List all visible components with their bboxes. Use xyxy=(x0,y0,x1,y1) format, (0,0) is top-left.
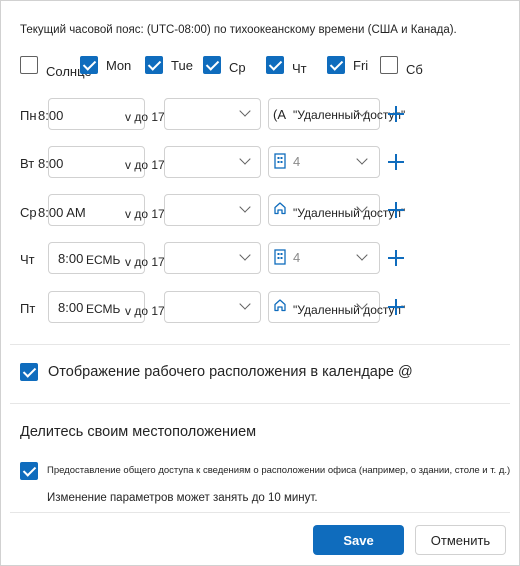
add-time-icon[interactable] xyxy=(388,250,404,266)
building-icon xyxy=(274,249,286,265)
day-checkbox-tue[interactable] xyxy=(145,56,163,74)
day-checkbox-mon[interactable] xyxy=(80,56,98,74)
start-time-value: 8:00 xyxy=(58,251,84,266)
divider xyxy=(10,403,510,404)
show-location-checkbox[interactable] xyxy=(20,363,38,381)
add-time-icon[interactable] xyxy=(388,202,404,218)
day-checkbox-sat[interactable] xyxy=(380,56,398,74)
start-time-suffix: ЕСМЬ xyxy=(86,253,121,267)
home-icon xyxy=(274,202,286,215)
day-name: Вт xyxy=(20,156,35,171)
day-name: Ср xyxy=(20,205,37,220)
add-time-icon[interactable] xyxy=(388,299,404,315)
start-time-value: 8:00 AM xyxy=(38,205,86,220)
day-name: Чт xyxy=(20,252,35,267)
day-label-thu: Чт xyxy=(292,61,307,76)
day-label-tue: Tue xyxy=(171,58,193,73)
day-label-fri: Fri xyxy=(353,58,369,73)
start-time-suffix: ЕСМЬ xyxy=(86,302,121,316)
day-checkbox-fri[interactable] xyxy=(327,56,345,74)
divider xyxy=(10,512,510,513)
day-checkbox-sun[interactable] xyxy=(20,56,38,74)
add-time-icon[interactable] xyxy=(388,106,404,122)
share-heading: Делитесь своим местоположением xyxy=(20,424,257,440)
dialog-frame xyxy=(0,0,520,566)
show-location-label: Отображение рабочего расположения в кале… xyxy=(48,364,413,380)
location-value: 4 xyxy=(293,154,301,169)
day-name: Пн xyxy=(20,108,37,123)
add-time-icon[interactable] xyxy=(388,154,404,170)
share-note: Изменение параметров может занять до 10 … xyxy=(47,492,318,504)
save-button[interactable]: Save xyxy=(313,525,404,555)
day-label-wed: Ср xyxy=(229,60,246,75)
home-icon xyxy=(274,299,286,312)
start-time-value: 8:00 xyxy=(38,156,64,171)
timezone-text: Текущий часовой пояс: (UTC-08:00) по тих… xyxy=(20,24,457,36)
start-time-value: 8:00 xyxy=(58,300,84,315)
location-value: 4 xyxy=(293,250,301,265)
location-prefix: (А xyxy=(273,107,286,122)
divider xyxy=(10,344,510,345)
building-icon xyxy=(274,153,286,169)
start-time-value: 8:00 xyxy=(38,108,64,123)
share-location-checkbox[interactable] xyxy=(20,462,38,480)
cancel-button[interactable]: Отменить xyxy=(415,525,506,555)
share-location-label: Предоставление общего доступа к сведения… xyxy=(47,465,511,476)
day-name: Пт xyxy=(20,301,36,316)
day-label-mon: Mon xyxy=(106,58,132,73)
day-checkbox-thu[interactable] xyxy=(266,56,284,74)
day-label-sat: Сб xyxy=(406,62,423,77)
day-checkbox-wed[interactable] xyxy=(203,56,221,74)
